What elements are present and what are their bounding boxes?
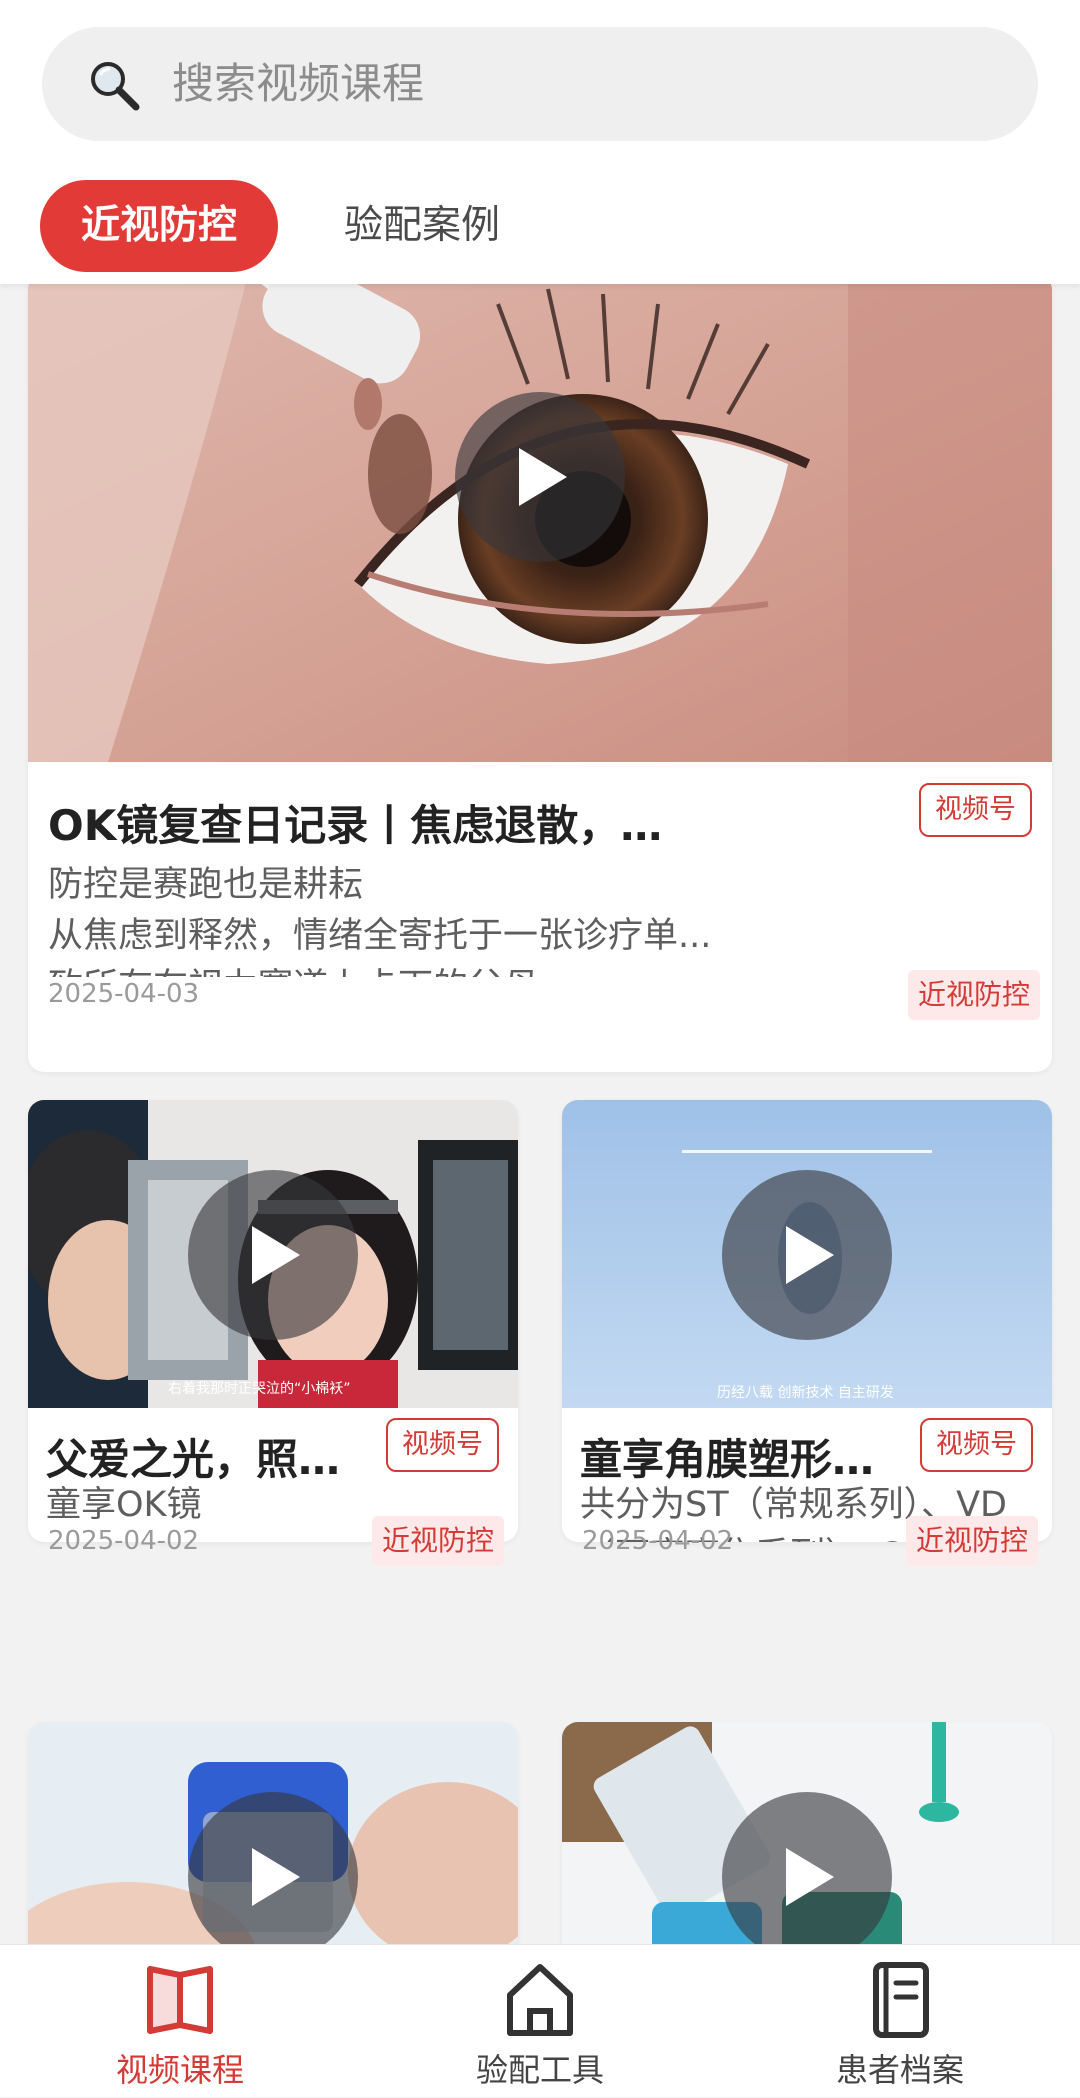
play-button[interactable] <box>722 1792 892 1962</box>
play-icon <box>786 1226 834 1284</box>
play-button[interactable] <box>188 1792 358 1962</box>
play-button[interactable] <box>188 1170 358 1340</box>
card-date: 2025-04-03 <box>48 979 200 1009</box>
play-button[interactable] <box>455 392 625 562</box>
card-date: 2025-04-02 <box>48 1526 200 1556</box>
channel-badge: 视频号 <box>920 1418 1033 1472</box>
channel-badge: 视频号 <box>386 1418 499 1472</box>
nav-fitting-tools[interactable]: 验配工具 <box>360 1945 720 2098</box>
card-title: 父爱之光，照亮... <box>46 1435 366 1484</box>
description-line: 致所有在视力赛道上卡下的父母 <box>48 962 1008 977</box>
video-card[interactable]: 历经八载 创新技术 自主研发 童享角膜塑形镜... 视频号 共分为ST（常规系列… <box>562 1100 1052 1542</box>
book-icon <box>147 1966 213 2034</box>
description-line: 防控是赛跑也是耕耘 <box>48 865 364 905</box>
category-tag: 近视防控 <box>906 1516 1039 1566</box>
card-description: 防控是赛跑也是耕耘 从焦虑到释然，情绪全寄托于一张诊疗单... 致所有在视力赛道… <box>48 860 1008 977</box>
nav-label: 视频课程 <box>115 2051 244 2089</box>
video-thumbnail: 历经八载 创新技术 自主研发 <box>562 1100 1052 1408</box>
play-icon <box>786 1848 834 1906</box>
nav-video-courses[interactable]: 视频课程 <box>0 1945 360 2098</box>
video-thumbnail <box>28 274 1052 762</box>
home-icon <box>507 1964 573 2036</box>
tab-myopia-control[interactable]: 近视防控 <box>40 180 278 272</box>
video-thumbnail: 右着我那时正哭泣的“小棉袄” <box>28 1100 518 1408</box>
category-tag: 近视防控 <box>908 970 1041 1020</box>
search-icon <box>91 62 140 111</box>
search-bar[interactable]: 搜索视频课程 <box>42 27 1038 141</box>
thumbnail-caption: 历经八载 创新技术 自主研发 <box>717 1385 894 1401</box>
video-card[interactable]: 右着我那时正哭泣的“小棉袄” 父爱之光，照亮... 视频号 童享OK镜 <box>28 1100 518 1542</box>
video-card[interactable]: OK镜复查日记录丨焦虑退散，未来可期 视频号 防控是赛跑也是耕耘 从焦虑到释然，… <box>28 274 1052 1072</box>
channel-badge: 视频号 <box>919 783 1032 837</box>
card-title: OK镜复查日记录丨焦虑退散，未来可期 <box>48 801 668 850</box>
nav-patient-records[interactable]: 患者档案 <box>720 1945 1080 2098</box>
search-input[interactable]: 搜索视频课程 <box>172 27 424 141</box>
header: 搜索视频课程 近视防控 验配案例 <box>0 0 1080 284</box>
nav-label: 患者档案 <box>835 2051 964 2089</box>
notebook-icon <box>873 1962 929 2038</box>
play-icon <box>252 1848 300 1906</box>
play-icon <box>519 448 567 506</box>
card-title: 童享角膜塑形镜... <box>580 1435 900 1484</box>
description-line: 从焦虑到释然，情绪全寄托于一张诊疗单... <box>48 916 712 956</box>
card-date: 2025-04-02 <box>582 1526 734 1556</box>
play-icon <box>252 1226 300 1284</box>
bottom-nav: 视频课程 验配工具 患者档案 <box>0 1944 1080 2097</box>
category-tag: 近视防控 <box>372 1516 505 1566</box>
play-button[interactable] <box>722 1170 892 1340</box>
tab-fitting-cases[interactable]: 验配案例 <box>330 180 514 272</box>
nav-label: 验配工具 <box>475 2051 604 2089</box>
thumbnail-caption: 右着我那时正哭泣的“小棉袄” <box>168 1381 351 1397</box>
